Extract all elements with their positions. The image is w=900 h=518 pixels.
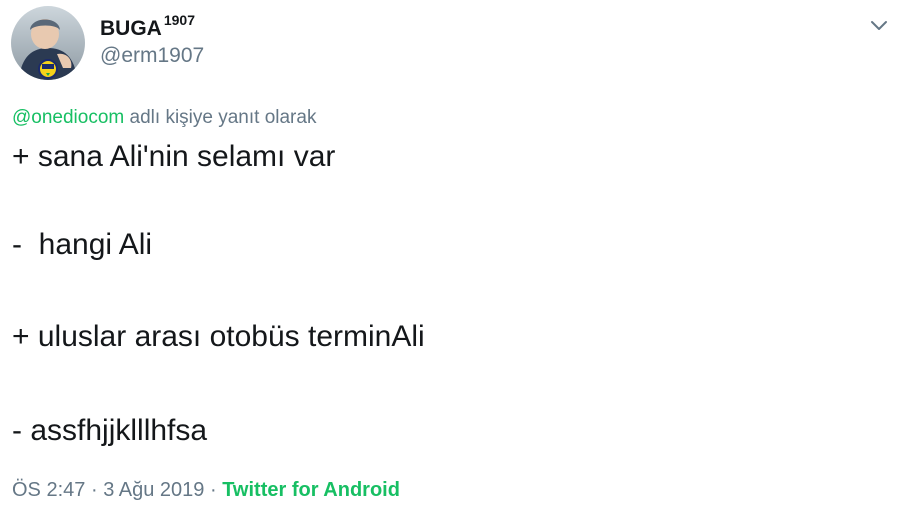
meta-separator: · [90,479,98,501]
display-name[interactable]: BUGA 1907 [100,12,195,41]
display-name-text: BUGA [100,17,162,40]
tweet-text-line-3: + uluslar arası otobüs terminAli [12,320,425,353]
meta-separator: · [209,479,217,501]
reply-context: @onediocom adlı kişiye yanıt olarak [12,107,316,129]
team-crest-icon [38,59,58,79]
tweet-source-link[interactable]: Twitter for Android [222,479,400,501]
tweet-text-line-1: + sana Ali'nin selamı var [12,140,336,173]
reply-context-text: adlı kişiye yanıt olarak [129,107,317,128]
tweet-meta: ÖS 2:47 · 3 Ağu 2019 · Twitter for Andro… [12,479,400,502]
tweet-card: BUGA 1907 @erm1907 @onediocom adlı kişiye… [0,0,900,518]
tweet-text-line-4: - assfhjjklllhfsa [12,414,208,447]
tweet-timestamp[interactable]: ÖS 2:47 [12,479,85,501]
tweet-date[interactable]: 3 Ağu 2019 [103,479,204,501]
tweet-text-line-2: - hangi Ali [12,228,153,261]
avatar[interactable] [11,6,85,80]
display-name-superscript: 1907 [163,12,195,28]
user-handle[interactable]: @erm1907 [100,44,204,68]
chevron-down-icon[interactable] [868,14,890,36]
avatar-photo [11,6,85,80]
reply-mention-link[interactable]: @onediocom [12,107,124,128]
